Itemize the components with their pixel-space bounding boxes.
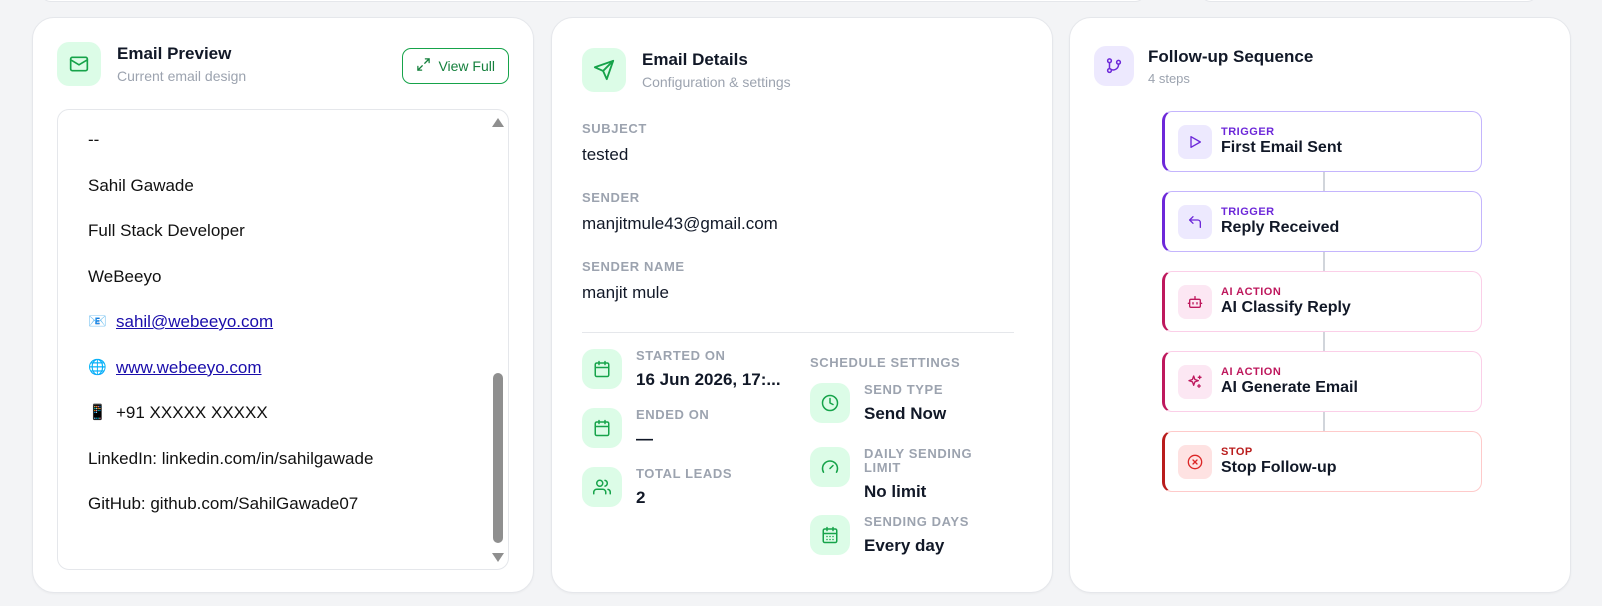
scrollbar-thumb[interactable] — [493, 373, 503, 543]
step-name-label: First Email Sent — [1221, 139, 1342, 156]
scroll-up-arrow-icon[interactable] — [492, 118, 504, 127]
started-on-label: STARTED ON — [636, 348, 726, 363]
sender-name-label: SENDER NAME — [582, 259, 685, 274]
step-name-label: Reply Received — [1221, 219, 1340, 236]
phone-emoji-icon: 📱 — [88, 404, 107, 421]
daily-limit-stat: DAILY SENDING LIMIT No limit — [810, 447, 972, 502]
expand-icon — [416, 57, 431, 75]
signature-name: Sahil Gawade — [88, 175, 194, 195]
follow-up-header: Follow-up Sequence 4 steps — [1094, 46, 1313, 86]
signature-email-row: 📧 sahil@webeeyo.com — [88, 312, 373, 358]
total-leads-label: TOTAL LEADS — [636, 466, 733, 481]
details-divider — [582, 332, 1014, 333]
sending-days-label: SENDING DAYS — [864, 514, 969, 529]
signature-website-row: 🌐 www.webeeyo.com — [88, 358, 373, 404]
step-kind-label: AI ACTION — [1221, 366, 1282, 378]
signature-company: WeBeeyo — [88, 266, 162, 286]
signature-phone: +91 XXXXX XXXXX — [116, 403, 268, 422]
step-kind-label: TRIGGER — [1221, 126, 1275, 138]
globe-emoji-icon: 🌐 — [88, 358, 107, 376]
reply-icon — [1178, 204, 1212, 239]
clock-icon — [810, 383, 850, 423]
signature-website-link[interactable]: www.webeeyo.com — [116, 358, 262, 378]
step-kind-label: TRIGGER — [1221, 206, 1275, 218]
scroll-down-arrow-icon[interactable] — [492, 553, 504, 562]
preview-scrollbar[interactable] — [492, 114, 504, 566]
sparkles-icon — [1178, 364, 1212, 399]
signature-separator: -- — [88, 130, 100, 149]
send-type-value: Send Now — [864, 404, 947, 423]
sender-value: manjitmule43@gmail.com — [582, 214, 778, 233]
started-on-stat: STARTED ON 16 Jun 2026, 17:... — [582, 349, 781, 390]
step-ai-generate-email[interactable]: AI ACTION AI Generate Email — [1162, 351, 1482, 412]
top-card-stub-left — [40, 0, 1146, 2]
play-icon — [1178, 124, 1212, 159]
signature-role: Full Stack Developer — [88, 221, 245, 240]
step-reply-received[interactable]: TRIGGER Reply Received — [1162, 191, 1482, 252]
gauge-icon — [810, 447, 850, 487]
step-name-label: AI Generate Email — [1221, 379, 1358, 396]
calendar-icon — [582, 408, 622, 448]
bot-icon — [1178, 284, 1212, 319]
subject-field: SUBJECT tested — [582, 121, 647, 165]
ended-on-stat: ENDED ON — — [582, 408, 709, 449]
sending-days-stat: SENDING DAYS Every day — [810, 515, 969, 556]
email-details-subtitle: Configuration & settings — [642, 74, 791, 90]
signature-email-link[interactable]: sahil@webeeyo.com — [116, 312, 273, 332]
users-icon — [582, 467, 622, 507]
view-full-button[interactable]: View Full — [402, 48, 509, 84]
ended-on-label: ENDED ON — [636, 407, 710, 422]
step-name-label: AI Classify Reply — [1221, 299, 1351, 316]
sender-field: SENDER manjitmule43@gmail.com — [582, 190, 778, 234]
daily-limit-value: No limit — [864, 482, 927, 501]
follow-up-sequence-card: Follow-up Sequence 4 steps TRIGGER First… — [1069, 17, 1571, 593]
mail-icon — [57, 42, 101, 86]
email-details-title: Email Details — [642, 50, 748, 69]
sending-days-value: Every day — [864, 536, 945, 555]
send-type-label: SEND TYPE — [864, 382, 944, 397]
sender-label: SENDER — [582, 190, 640, 205]
git-branch-icon — [1094, 46, 1134, 86]
email-preview-title: Email Preview — [117, 44, 232, 63]
email-details-card: Email Details Configuration & settings S… — [551, 17, 1053, 593]
calendar-icon — [582, 349, 622, 389]
step-ai-classify-reply[interactable]: AI ACTION AI Classify Reply — [1162, 271, 1482, 332]
started-on-value: 16 Jun 2026, 17:... — [636, 370, 781, 389]
sender-name-value: manjit mule — [582, 283, 669, 302]
email-preview-frame[interactable]: -- Sahil Gawade Full Stack Developer WeB… — [57, 109, 509, 570]
email-preview-content: -- Sahil Gawade Full Stack Developer WeB… — [88, 130, 373, 540]
follow-up-title: Follow-up Sequence — [1148, 46, 1314, 66]
signature-github: GitHub: github.com/SahilGawade07 — [88, 494, 359, 513]
send-type-stat: SEND TYPE Send Now — [810, 383, 946, 424]
schedule-settings-title: SCHEDULE SETTINGS — [810, 355, 961, 370]
email-preview-card: Email Preview Current email design View … — [32, 17, 534, 593]
signature-phone-row: 📱 +91 XXXXX XXXXX — [88, 403, 373, 449]
calendar-days-icon — [810, 515, 850, 555]
total-leads-value: 2 — [636, 488, 646, 507]
follow-up-subtitle: 4 steps — [1148, 70, 1190, 86]
step-kind-label: STOP — [1221, 446, 1253, 458]
signature-linkedin: LinkedIn: linkedin.com/in/sahilgawade — [88, 448, 374, 468]
email-preview-subtitle: Current email design — [117, 68, 247, 84]
email-details-header: Email Details Configuration & settings — [582, 48, 791, 92]
daily-limit-label-line1: DAILY SENDING — [864, 446, 973, 461]
sender-name-field: SENDER NAME manjit mule — [582, 259, 685, 303]
total-leads-stat: TOTAL LEADS 2 — [582, 467, 732, 508]
email-emoji-icon: 📧 — [88, 313, 107, 330]
ended-on-value: — — [636, 429, 653, 448]
step-name-label: Stop Follow-up — [1221, 459, 1337, 476]
subject-label: SUBJECT — [582, 121, 647, 136]
daily-limit-label-line2: LIMIT — [864, 460, 901, 475]
step-stop-follow-up[interactable]: STOP Stop Follow-up — [1162, 431, 1482, 492]
email-preview-header: Email Preview Current email design — [57, 42, 246, 86]
subject-value: tested — [582, 145, 629, 164]
view-full-label: View Full — [438, 58, 495, 74]
send-icon — [582, 48, 626, 92]
step-first-email-sent[interactable]: TRIGGER First Email Sent — [1162, 111, 1482, 172]
step-kind-label: AI ACTION — [1221, 286, 1282, 298]
top-card-stub-right — [1200, 0, 1538, 2]
x-circle-icon — [1178, 444, 1212, 479]
